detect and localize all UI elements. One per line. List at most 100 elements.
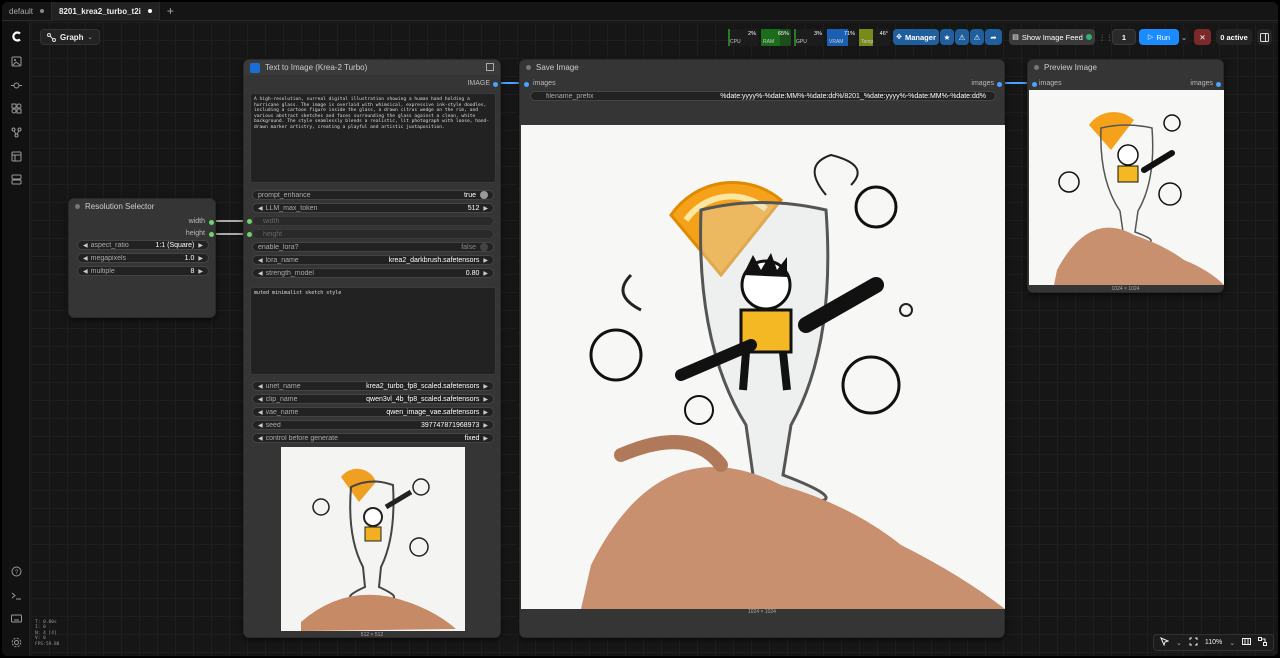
settings-gear-icon[interactable]	[10, 637, 22, 649]
alert-button[interactable]: ⚠	[955, 29, 969, 45]
left-arrow-icon[interactable]: ◀	[258, 270, 263, 277]
expand-icon[interactable]	[486, 63, 494, 71]
output-images-slot[interactable]	[1216, 82, 1221, 87]
share-button[interactable]: ➦	[985, 29, 1002, 45]
input-images-slot[interactable]	[524, 82, 529, 87]
lora-prompt-textarea[interactable]: muted minimalist sketch style	[250, 287, 496, 375]
right-arrow-icon[interactable]: ▶	[483, 409, 488, 416]
right-arrow-icon[interactable]: ▶	[198, 255, 203, 262]
fit-view-icon[interactable]	[1189, 637, 1198, 648]
output-width-slot[interactable]	[209, 220, 214, 225]
collapse-dot-icon[interactable]	[1034, 65, 1039, 70]
cancel-button[interactable]: ✕	[1194, 29, 1211, 45]
temp-monitor: 46° Temp	[859, 29, 890, 46]
run-options-chevron-icon[interactable]: ⌄	[1179, 29, 1189, 45]
zoom-level[interactable]: 110%	[1205, 639, 1222, 646]
collapse-dot-icon[interactable]	[526, 65, 531, 70]
left-arrow-icon[interactable]: ◀	[258, 396, 263, 403]
widget-filename-prefix[interactable]: filename_prefix %date:yyyy%-%date:MM%-%d…	[530, 91, 996, 101]
left-arrow-icon[interactable]: ◀	[258, 435, 263, 442]
chevron-down-icon[interactable]: ⌄	[1229, 639, 1235, 647]
widget-aspect-ratio[interactable]: ◀ aspect_ratio 1:1 (Square) ▶	[77, 240, 209, 250]
alert-button-2[interactable]: ⚠	[970, 29, 984, 45]
queue-count-input[interactable]: 1	[1112, 29, 1136, 45]
run-button[interactable]: ▷ Run	[1139, 29, 1179, 45]
prompt-textarea[interactable]: A high-resolution, surreal digital illus…	[250, 93, 496, 183]
node-title-bar[interactable]: Resolution Selector	[69, 199, 215, 214]
chevron-down-icon[interactable]: ⌄	[1176, 639, 1182, 647]
widget-control-before-generate[interactable]: ◀ control before generate fixed ▶	[252, 433, 494, 443]
manager-button[interactable]: ✥ Manager	[893, 29, 939, 45]
toggle-off-icon[interactable]	[480, 243, 488, 251]
left-arrow-icon[interactable]: ◀	[258, 422, 263, 429]
widget-multiple[interactable]: ◀ multiple 8 ▶	[77, 266, 209, 276]
right-arrow-icon[interactable]: ▶	[483, 257, 488, 264]
right-arrow-icon[interactable]: ▶	[483, 205, 488, 212]
generated-image-thumbnail[interactable]	[281, 447, 465, 631]
output-image-slot[interactable]	[493, 82, 498, 87]
right-arrow-icon[interactable]: ▶	[483, 383, 488, 390]
node-title-bar[interactable]: Save Image	[520, 60, 1004, 75]
link-visibility-icon[interactable]	[1258, 637, 1268, 648]
toggle-on-icon[interactable]	[480, 191, 488, 199]
templates-icon[interactable]	[10, 151, 22, 163]
left-arrow-icon[interactable]: ◀	[258, 205, 263, 212]
right-arrow-icon[interactable]: ▶	[198, 268, 203, 275]
left-arrow-icon[interactable]: ◀	[258, 383, 263, 390]
preview-image[interactable]	[1029, 90, 1224, 285]
comfy-logo-icon[interactable]	[11, 31, 22, 42]
right-arrow-icon[interactable]: ▶	[483, 422, 488, 429]
widget-llm-max-token[interactable]: ◀ LLM_max_token 512 ▶	[252, 203, 494, 213]
minimap-icon[interactable]	[1242, 637, 1252, 648]
pointer-tool-icon[interactable]	[1160, 637, 1170, 648]
node-save-image[interactable]: Save Image images images filename_prefix…	[519, 59, 1005, 638]
output-images-slot[interactable]	[997, 82, 1002, 87]
node-title-bar[interactable]: Preview Image	[1028, 60, 1223, 75]
graph-menu-button[interactable]: Graph ⌄	[40, 29, 100, 45]
left-arrow-icon[interactable]: ◀	[258, 409, 263, 416]
panel-toggle-icon[interactable]	[1257, 29, 1272, 45]
widget-strength-model[interactable]: ◀ strength_model 0.80 ▶	[252, 268, 494, 278]
widget-clip-name[interactable]: ◀ clip_name qwen3vl_4b_fp8_scaled.safete…	[252, 394, 494, 404]
node-text-to-image[interactable]: Text to Image (Krea-2 Turbo) IMAGE A hig…	[243, 59, 501, 638]
show-image-feed-button[interactable]: ▤ Show Image Feed	[1009, 29, 1095, 45]
active-jobs-button[interactable]: 0 active	[1216, 29, 1252, 45]
images-icon[interactable]	[10, 56, 22, 68]
output-height-slot[interactable]	[209, 232, 214, 237]
queue-icon[interactable]	[10, 174, 22, 186]
help-icon[interactable]: ?	[10, 566, 22, 578]
widget-vae-name[interactable]: ◀ vae_name qwen_image_vae.safetensors ▶	[252, 407, 494, 417]
right-arrow-icon[interactable]: ▶	[483, 435, 488, 442]
left-arrow-icon[interactable]: ◀	[83, 268, 88, 275]
terminal-icon[interactable]	[10, 590, 22, 602]
right-arrow-icon[interactable]: ▶	[483, 270, 488, 277]
saved-image-preview[interactable]	[521, 125, 1005, 609]
app-window: default 8201_krea2_turbo_t2i + ? Graph ⌄…	[2, 2, 1278, 656]
workflows-icon[interactable]	[10, 127, 22, 139]
widget-seed[interactable]: ◀ seed 397747871968973 ▶	[252, 420, 494, 430]
star-button[interactable]: ★	[940, 29, 954, 45]
keyboard-icon[interactable]	[10, 613, 22, 625]
node-library-icon[interactable]	[10, 103, 22, 115]
widget-megapixels[interactable]: ◀ megapixels 1.0 ▶	[77, 253, 209, 263]
left-arrow-icon[interactable]: ◀	[83, 242, 88, 249]
node-resolution-selector[interactable]: Resolution Selector width height ◀ aspec…	[68, 198, 216, 318]
image-size-caption: 1024 × 1024	[748, 609, 776, 615]
drag-handle-icon[interactable]: ⋮⋮	[1099, 29, 1114, 45]
tab-default[interactable]: default	[2, 2, 53, 21]
left-arrow-icon[interactable]: ◀	[258, 257, 263, 264]
nodes-icon[interactable]	[10, 80, 22, 92]
tab-workflow[interactable]: 8201_krea2_turbo_t2i	[52, 2, 160, 21]
widget-lora-name[interactable]: ◀ lora_name krea2_darkbrush.safetensors …	[252, 255, 494, 265]
widget-enable-lora[interactable]: enable_lora? false	[252, 242, 494, 252]
widget-prompt-enhance[interactable]: prompt_enhance true	[252, 190, 494, 200]
widget-unet-name[interactable]: ◀ unet_name krea2_turbo_fp8_scaled.safet…	[252, 381, 494, 391]
new-tab-button[interactable]: +	[160, 4, 181, 18]
right-arrow-icon[interactable]: ▶	[483, 396, 488, 403]
input-images-slot[interactable]	[1032, 82, 1037, 87]
right-arrow-icon[interactable]: ▶	[198, 242, 203, 249]
collapse-dot-icon[interactable]	[75, 204, 80, 209]
left-arrow-icon[interactable]: ◀	[83, 255, 88, 262]
node-preview-image[interactable]: Preview Image images images 1024 × 1024	[1027, 59, 1224, 293]
node-title-bar[interactable]: Text to Image (Krea-2 Turbo)	[244, 60, 500, 75]
